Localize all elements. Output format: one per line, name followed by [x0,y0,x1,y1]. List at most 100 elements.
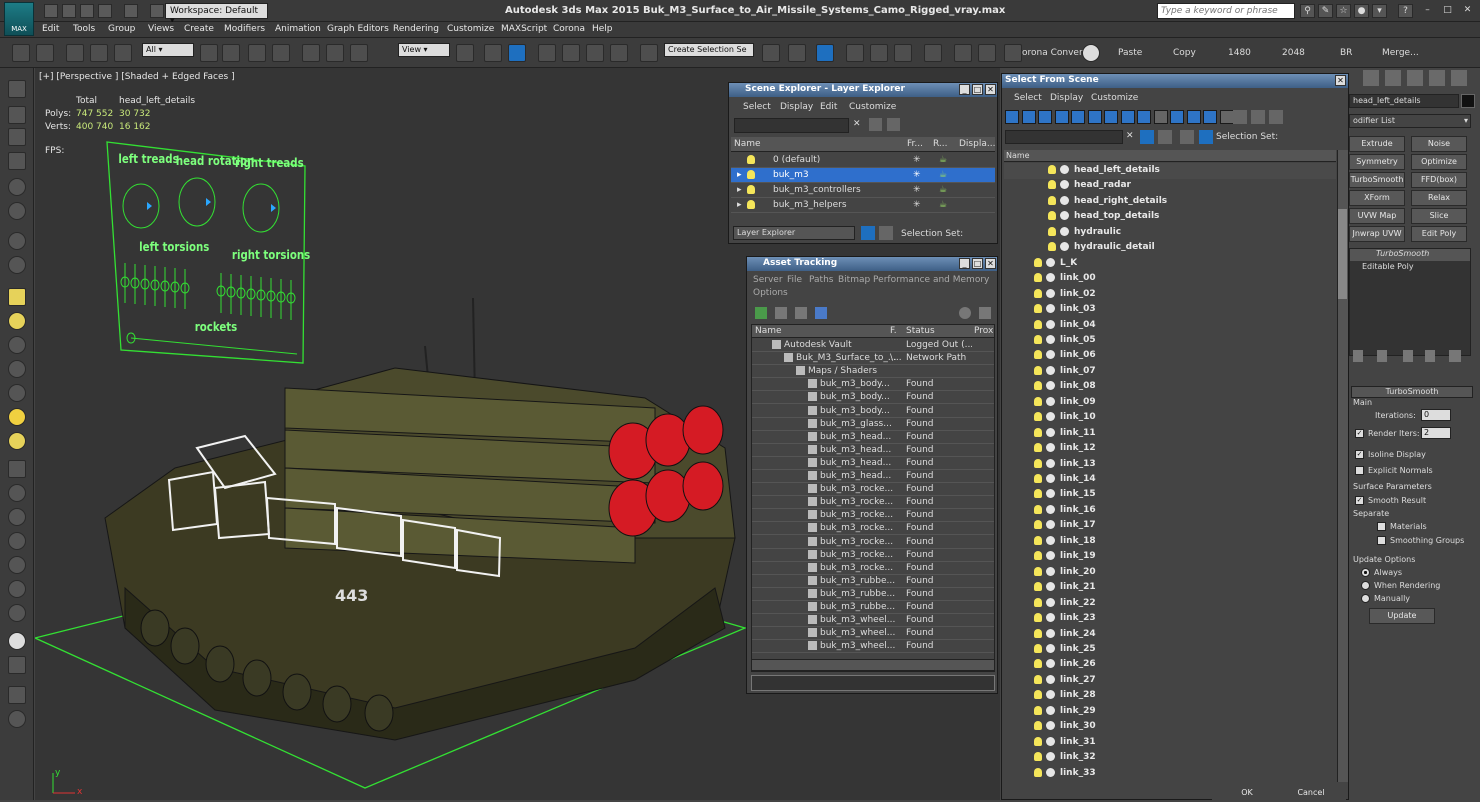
asset-row[interactable]: buk_m3_rocke... Found [752,496,994,510]
list-view-icon[interactable] [775,307,787,319]
asset-row[interactable]: buk_m3_body... Found [752,378,994,392]
snaps-toggle-icon[interactable] [538,44,556,62]
asset-row[interactable]: buk_m3_body... Found [752,391,994,405]
rotate-icon[interactable] [326,44,344,62]
update-button[interactable]: Update [1369,608,1435,624]
merge-button[interactable]: Merge... [1382,48,1419,58]
snowflake-icon[interactable]: ✳ [913,170,921,180]
scene-object-row[interactable]: link_22 [1004,596,1336,612]
scene-object-row[interactable]: link_05 [1004,333,1336,349]
expand-arrow-icon[interactable]: ▸ [737,170,742,180]
motion-tab-icon[interactable] [1429,70,1445,86]
redo-icon[interactable] [36,44,54,62]
asset-horizontal-scrollbar[interactable] [751,659,995,671]
scene-object-row[interactable]: link_11 [1004,426,1336,442]
layer-row[interactable]: ▸ buk_m3_helpers ✳ ☕ [731,198,995,213]
sfs-search-input[interactable] [1005,130,1123,144]
asset-row[interactable]: buk_m3_rubbe... Found [752,588,994,601]
pivot-center-icon[interactable] [456,44,474,62]
help-arrow-icon[interactable]: ▾ [1372,4,1387,18]
sfs-layers-icon[interactable] [1180,130,1194,144]
menu-maxscript[interactable]: MAXScript [501,24,547,34]
light-bulb-icon[interactable] [8,178,26,196]
minimize-icon[interactable]: – [1420,4,1435,18]
modifier-button[interactable]: FFD(box) [1411,172,1467,188]
angle-snap-icon[interactable] [562,44,580,62]
scene-object-row[interactable]: head_top_details [1004,209,1336,225]
asset-menu-paths[interactable]: Paths [809,275,833,285]
unlink-icon[interactable] [90,44,108,62]
asset-menu-server[interactable]: Server [753,275,783,285]
filter-icon[interactable] [1251,110,1265,124]
asset-row[interactable]: buk_m3_head... Found [752,457,994,470]
show-end-result-icon[interactable] [1377,350,1387,362]
asset-row[interactable]: buk_m3_head... Found [752,470,994,483]
select-object-icon[interactable] [200,44,218,62]
create-tab-icon[interactable] [1363,70,1379,86]
column-full-path[interactable]: F. [890,326,897,336]
when-rendering-radio[interactable]: When Rendering [1361,581,1440,590]
make-unique-icon[interactable] [1403,350,1413,362]
column-name[interactable]: Name [734,139,761,149]
asset-row[interactable]: buk_m3_rubbe... Found [752,575,994,588]
modifier-button[interactable]: Extrude [1349,136,1405,152]
resolution-1480-button[interactable]: 1480 [1228,48,1251,58]
communication-icon[interactable]: ✎ [1318,4,1333,18]
filter-type-icon[interactable] [1071,110,1085,124]
column-name[interactable]: Name [755,326,782,336]
menu-modifiers[interactable]: Modifiers [224,24,265,34]
menu-animation[interactable]: Animation [275,24,321,34]
tube-icon[interactable] [8,484,26,502]
scene-explorer-menu-customize[interactable]: Customize [849,102,896,112]
menu-tools[interactable]: Tools [73,24,95,34]
undo-icon[interactable] [12,44,30,62]
asset-tracking-maximize-button[interactable]: □ [972,258,983,269]
asset-row[interactable]: buk_m3_rocke... Found [752,536,994,549]
scene-object-row[interactable]: link_33 [1004,766,1336,777]
link-icon[interactable] [66,44,84,62]
dome-icon[interactable] [8,312,26,330]
asset-menu-bitmap[interactable]: Bitmap Performance and Memory [838,275,989,285]
asset-row[interactable]: buk_m3_body... Found [752,405,994,418]
menu-rendering[interactable]: Rendering [393,24,439,34]
menu-customize[interactable]: Customize [447,24,494,34]
percent-snap-icon[interactable] [586,44,604,62]
material-editor-icon[interactable] [924,44,942,62]
skull-icon[interactable] [1082,44,1100,62]
scene-object-row[interactable]: link_15 [1004,487,1336,503]
iterations-spinner[interactable]: 0 [1421,409,1451,421]
turbosmooth-rollout-header[interactable]: TurboSmooth [1351,386,1473,398]
fur-icon[interactable] [8,604,26,622]
filter-type-icon[interactable] [1219,110,1234,124]
scene-object-row[interactable]: head_left_details [1004,163,1336,179]
rendered-frame-window-icon[interactable] [978,44,996,62]
scene-object-row[interactable]: link_28 [1004,688,1336,704]
hedra-icon[interactable] [8,360,26,378]
light-bulb-icon[interactable] [747,200,755,209]
scene-object-row[interactable]: link_32 [1004,750,1336,766]
column-proxy[interactable]: Prox [974,326,993,336]
scene-object-row[interactable]: link_20 [1004,565,1336,581]
modifier-button[interactable]: Jnwrap UVW [1349,226,1405,242]
app-logo-button[interactable]: MAX [4,2,34,36]
scene-object-row[interactable]: link_00 [1004,271,1336,287]
scene-object-row[interactable]: link_17 [1004,518,1336,534]
manually-radio[interactable]: Manually [1361,594,1410,603]
sfs-menu-customize[interactable]: Customize [1091,93,1138,103]
menu-views[interactable]: Views [148,24,174,34]
hair-icon[interactable] [8,532,26,550]
column-frozen[interactable]: Fr... [907,139,923,149]
layers-icon[interactable] [861,226,875,240]
hierarchy-tab-icon[interactable] [1407,70,1423,86]
select-from-scene-title[interactable]: Select From Scene [1002,74,1348,88]
search-input[interactable] [1157,3,1295,19]
toggle-ribbon-icon[interactable] [846,44,864,62]
modifier-button[interactable]: XForm [1349,190,1405,206]
corona-convert-button[interactable]: orona Convert [1022,48,1086,58]
column-renderable[interactable]: R... [933,139,948,149]
menu-help[interactable]: Help [592,24,613,34]
asset-tracking-minimize-button[interactable]: _ [959,258,970,269]
plane-icon[interactable] [8,288,26,306]
window-crossing-icon[interactable] [272,44,290,62]
asset-row[interactable]: buk_m3_head... Found [752,444,994,457]
